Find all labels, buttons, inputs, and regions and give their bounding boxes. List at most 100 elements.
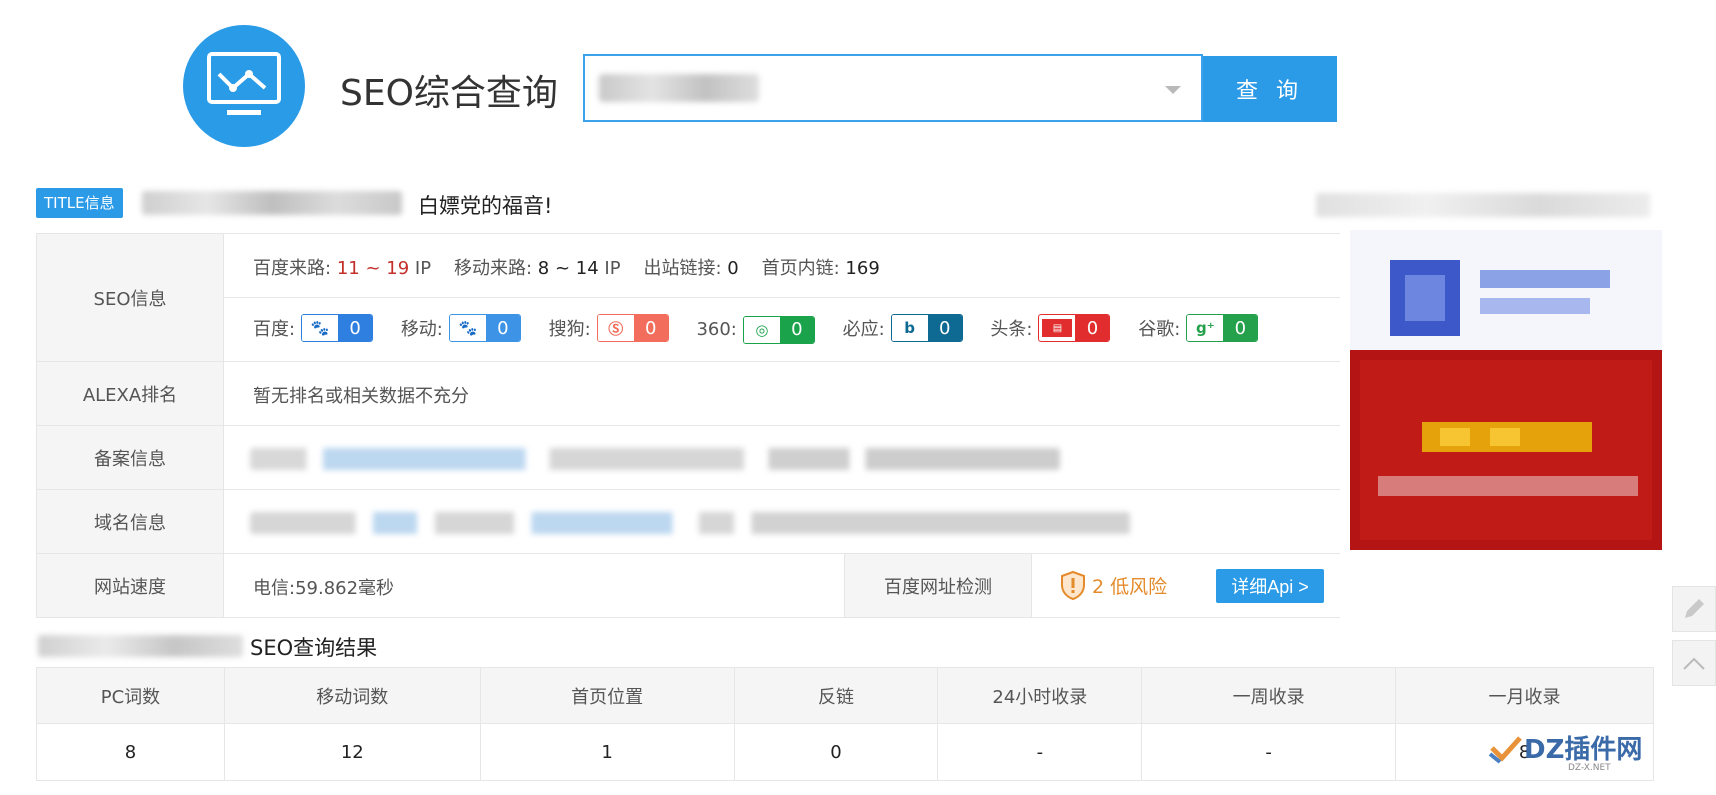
col-week-indexed: 一周收录 [1141, 667, 1397, 724]
engine-google[interactable]: 谷歌: g⁺ 0 [1138, 314, 1259, 342]
alexa-row: ALEXA排名 暂无排名或相关数据不充分 [36, 362, 1340, 426]
domain-label: 域名信息 [36, 490, 224, 553]
baidu-mobile-paw-icon: 🐾 [449, 315, 486, 341]
mobile-traffic-label: 移动来路: [453, 258, 533, 279]
watermark-sub: DZ-X.NET [1568, 763, 1611, 773]
toutiao-icon: ▤ [1042, 319, 1073, 337]
search-button[interactable]: 查 询 [1203, 56, 1337, 122]
chevron-down-icon[interactable] [1165, 86, 1181, 94]
dz-logo-icon [1488, 735, 1522, 764]
engine-label: 移动: [400, 319, 443, 340]
weight-badge[interactable]: Ⓢ 0 [596, 314, 669, 342]
title-redacted [142, 191, 402, 215]
table-row: 8 12 1 0 - - 8 [36, 723, 1654, 781]
ad-banner[interactable] [1350, 230, 1662, 550]
engine-label: 搜狗: [548, 319, 591, 340]
search-input-value-redacted [599, 74, 759, 102]
pc-words-value: 8 [36, 723, 225, 781]
col-homepage-position: 首页位置 [479, 667, 735, 724]
engine-360[interactable]: 360: ◎ 0 [696, 315, 815, 344]
ip-label: IP [604, 258, 621, 279]
weight-badge[interactable]: 🐾 0 [301, 314, 374, 342]
col-24h-indexed: 24小时收录 [937, 667, 1143, 724]
seo-info-row: SEO信息 百度来路: 11 ~ 19 IP 移动来路: 8 ~ 14 IP 出… [36, 234, 1340, 362]
weight-count: 0 [1075, 315, 1110, 341]
results-table: PC词数 移动词数 首页位置 反链 24小时收录 一周收录 一月收录 8 12 … [36, 667, 1654, 781]
traffic-line: 百度来路: 11 ~ 19 IP 移动来路: 8 ~ 14 IP 出站链接: 0… [253, 254, 880, 280]
title-info-badge: TITLE信息 [36, 188, 123, 218]
risk-indicator[interactable]: 2 低风险 [1060, 570, 1167, 600]
week-indexed-value: - [1141, 723, 1397, 781]
weight-badge[interactable]: g⁺ 0 [1186, 314, 1259, 342]
alexa-label: ALEXA排名 [36, 362, 224, 425]
baidu-paw-icon: 🐾 [302, 315, 339, 341]
search-box[interactable] [583, 54, 1203, 122]
page-title-text: 白嫖党的福音! [418, 194, 553, 218]
back-to-top-button[interactable] [1672, 640, 1716, 686]
ip-label: IP [414, 258, 432, 279]
alexa-value: 暂无排名或相关数据不充分 [253, 386, 469, 407]
shield-warning-icon [1061, 570, 1085, 600]
edit-button[interactable] [1672, 586, 1716, 632]
col-mobile-words: 移动词数 [223, 667, 481, 724]
baidu-traffic-value: 11 ~ 19 [336, 258, 410, 279]
weight-count: 0 [927, 315, 962, 341]
col-month-indexed: 一月收录 [1395, 667, 1654, 724]
seo-info-label: SEO信息 [36, 234, 224, 361]
google-plus-icon: g⁺ [1187, 315, 1224, 341]
homepage-position-value: 1 [479, 723, 735, 781]
col-backlinks: 反链 [733, 667, 939, 724]
chevron-up-icon [1683, 657, 1705, 670]
engine-sogou[interactable]: 搜狗: Ⓢ 0 [549, 314, 669, 342]
outbound-links-label: 出站链接: [643, 258, 722, 279]
weight-badge[interactable]: b 0 [890, 314, 963, 342]
mobile-words-value: 12 [223, 723, 481, 781]
ad-image-redacted [1350, 230, 1662, 550]
weight-badge[interactable]: ◎ 0 [742, 315, 815, 344]
monitor-chart-icon [207, 52, 281, 115]
pencil-icon [1685, 599, 1704, 618]
icp-redacted [250, 448, 1060, 470]
baidu-traffic-label: 百度来路: [253, 258, 332, 279]
icp-row: 备案信息 [36, 426, 1340, 490]
weight-badge[interactable]: ▤ 0 [1038, 314, 1111, 342]
engine-label: 头条: [990, 319, 1033, 340]
speed-row: 网站速度 电信:59.862毫秒 百度网址检测 2 低风险 详细Api > [36, 554, 1340, 618]
weight-badge[interactable]: 🐾 0 [448, 314, 521, 342]
results-title: SEO查询结果 [250, 636, 378, 660]
risk-text: 2 低风险 [1092, 575, 1168, 598]
backlinks-value: 0 [733, 723, 939, 781]
watermark: DZ插件网 [1488, 729, 1642, 766]
engine-mobile[interactable]: 移动: 🐾 0 [401, 314, 521, 342]
site-title: SEO综合查询 [340, 73, 558, 114]
watermark-text: DZ插件网 [1524, 735, 1643, 765]
engine-bing[interactable]: 必应: b 0 [843, 314, 963, 342]
engine-toutiao[interactable]: 头条: ▤ 0 [990, 314, 1111, 342]
speed-label: 网站速度 [36, 554, 224, 617]
engine-label: 百度: [253, 319, 296, 340]
weight-count: 0 [338, 315, 373, 341]
site-logo[interactable] [183, 25, 305, 147]
weight-count: 0 [633, 315, 668, 341]
engine-label: 谷歌: [1138, 319, 1181, 340]
domain-row: 域名信息 [36, 490, 1340, 554]
col-pc-words: PC词数 [36, 667, 225, 724]
results-header-row: PC词数 移动词数 首页位置 反链 24小时收录 一周收录 一月收录 [36, 667, 1654, 724]
outbound-links-value: 0 [727, 258, 739, 279]
detail-api-button[interactable]: 详细Api > [1216, 569, 1324, 603]
engine-weights-line: 百度: 🐾 0 移动: 🐾 0 搜狗: Ⓢ 0 360: ◎ 0 必应: b 0… [253, 314, 1259, 344]
engine-baidu[interactable]: 百度: 🐾 0 [253, 314, 374, 342]
icp-label: 备案信息 [36, 426, 224, 489]
baidu-check-label: 百度网址检测 [844, 554, 1032, 617]
homepage-links-value: 169 [845, 258, 880, 279]
speed-value: 电信:59.862毫秒 [253, 578, 395, 599]
24h-indexed-value: - [937, 723, 1143, 781]
divider [224, 297, 1340, 298]
domain-redacted [250, 512, 1130, 534]
top-right-redacted [1316, 193, 1650, 217]
engine-label: 360: [696, 319, 737, 340]
engine-label: 必应: [842, 319, 885, 340]
weight-count: 0 [1223, 315, 1258, 341]
mobile-traffic-value: 8 ~ 14 [537, 258, 599, 279]
weight-count: 0 [485, 315, 520, 341]
